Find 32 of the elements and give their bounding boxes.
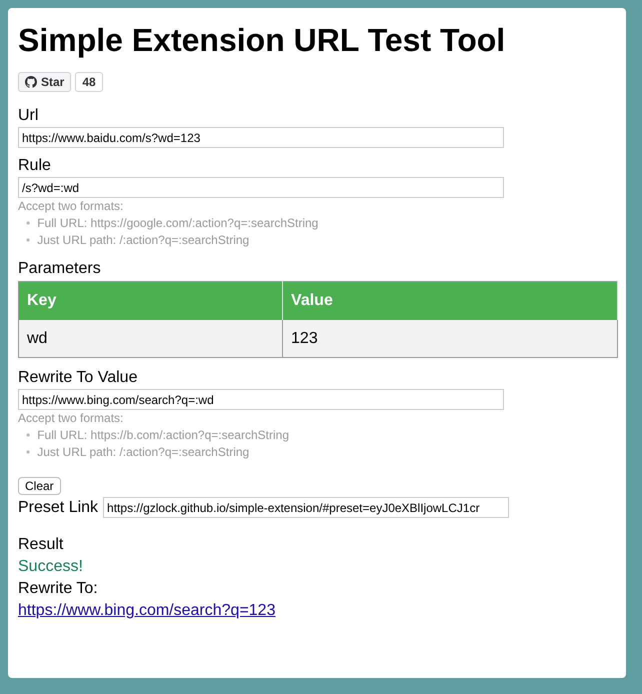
status-text: Success! bbox=[18, 557, 84, 577]
table-cell: 123 bbox=[282, 320, 618, 358]
format-item: Just URL path: /:action?q=:searchString bbox=[37, 444, 250, 461]
bullet: • bbox=[26, 427, 30, 444]
result-label: Result bbox=[18, 535, 64, 555]
preset-link-field[interactable]: https://gzlock.github.io/simple-extension/#preset=eyJ0eXBlIjowLCJ1cr bbox=[103, 497, 510, 518]
section-label: Parameters bbox=[18, 259, 102, 279]
rule-field[interactable]: /s?wd=:wd bbox=[18, 177, 504, 198]
help-text: Accept two formats: bbox=[18, 198, 124, 214]
result-link[interactable]: https://www.bing.com/search?q=123 bbox=[18, 602, 276, 619]
table-cell: wd bbox=[18, 320, 283, 358]
clear-button[interactable]: Clear bbox=[18, 477, 61, 495]
format-item: Full URL: https://b.com/:action?q=:searchString bbox=[37, 427, 289, 444]
page-title: Simple Extension URL Test Tool bbox=[18, 22, 506, 58]
bullet: • bbox=[26, 215, 30, 232]
rewrite-label: Rewrite To: bbox=[18, 579, 99, 599]
column-header: Key bbox=[18, 282, 283, 320]
bullet: • bbox=[26, 232, 30, 249]
url-field[interactable]: https://www.baidu.com/s?wd=123 bbox=[18, 127, 504, 148]
star-count[interactable]: 48 bbox=[75, 72, 103, 92]
rewrite-field[interactable]: https://www.bing.com/search?q=:wd bbox=[18, 389, 504, 410]
format-item: Just URL path: /:action?q=:searchString bbox=[37, 232, 250, 249]
preset-label: Preset Link bbox=[18, 498, 98, 516]
github-star-button[interactable]: Star bbox=[18, 72, 72, 92]
field-label: Rule bbox=[18, 156, 52, 176]
format-item: Full URL: https://google.com/:action?q=:searchString bbox=[37, 215, 318, 232]
column-header: Value bbox=[282, 282, 618, 320]
help-text: Accept two formats: bbox=[18, 410, 124, 426]
field-label: Rewrite To Value bbox=[18, 368, 138, 388]
github-icon bbox=[25, 76, 37, 88]
field-label: Url bbox=[18, 106, 40, 126]
bullet: • bbox=[26, 444, 30, 461]
